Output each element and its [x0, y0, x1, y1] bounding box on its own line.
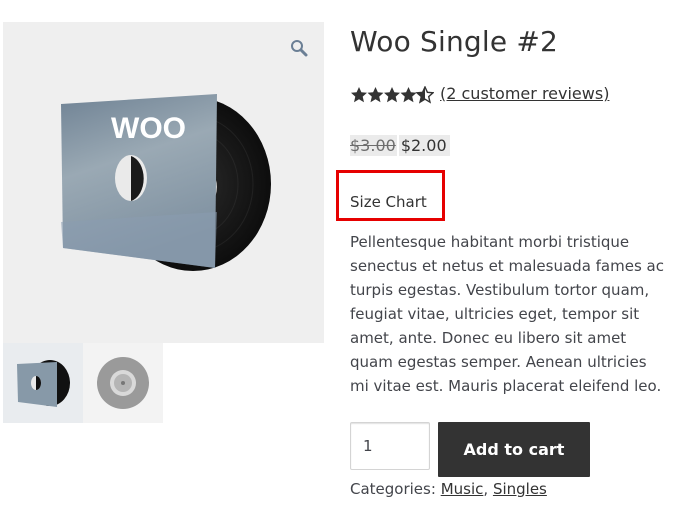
star-icon-2 [367, 87, 384, 103]
category-link-singles[interactable]: Singles [493, 480, 547, 498]
star-icon-half [416, 86, 434, 103]
add-to-cart-button[interactable]: Add to cart [438, 422, 590, 477]
star-icon-1 [351, 87, 367, 103]
sale-price: $2.00 [398, 135, 450, 156]
vinyl-record-thumbnail[interactable] [83, 343, 163, 423]
old-price: $3.00 [350, 135, 397, 156]
star-icon-4 [400, 87, 417, 103]
quantity-input[interactable] [350, 422, 430, 470]
vinyl-sleeve-thumbnail[interactable] [3, 343, 83, 423]
cover-text: WOO [111, 112, 186, 145]
star-rating-icons [351, 86, 434, 103]
category-separator: , [483, 480, 489, 498]
product-price: $3.00 $2.00 [350, 135, 450, 156]
customer-reviews-link[interactable]: (2 customer reviews) [440, 84, 609, 103]
product-categories: Categories: Music, Singles [350, 480, 547, 498]
star-icon-3 [384, 87, 400, 103]
product-main-image[interactable]: WOO [3, 22, 324, 343]
categories-label: Categories: [350, 480, 436, 498]
size-chart-link[interactable]: Size Chart [350, 193, 427, 211]
product-title: Woo Single #2 [350, 25, 559, 58]
category-link-music[interactable]: Music [441, 480, 484, 498]
star-rating [350, 86, 434, 104]
vinyl-sleeve-image: WOO [61, 94, 271, 271]
magnifier-icon[interactable] [290, 39, 308, 57]
product-short-description: Pellentesque habitant morbi tristique se… [350, 233, 664, 395]
